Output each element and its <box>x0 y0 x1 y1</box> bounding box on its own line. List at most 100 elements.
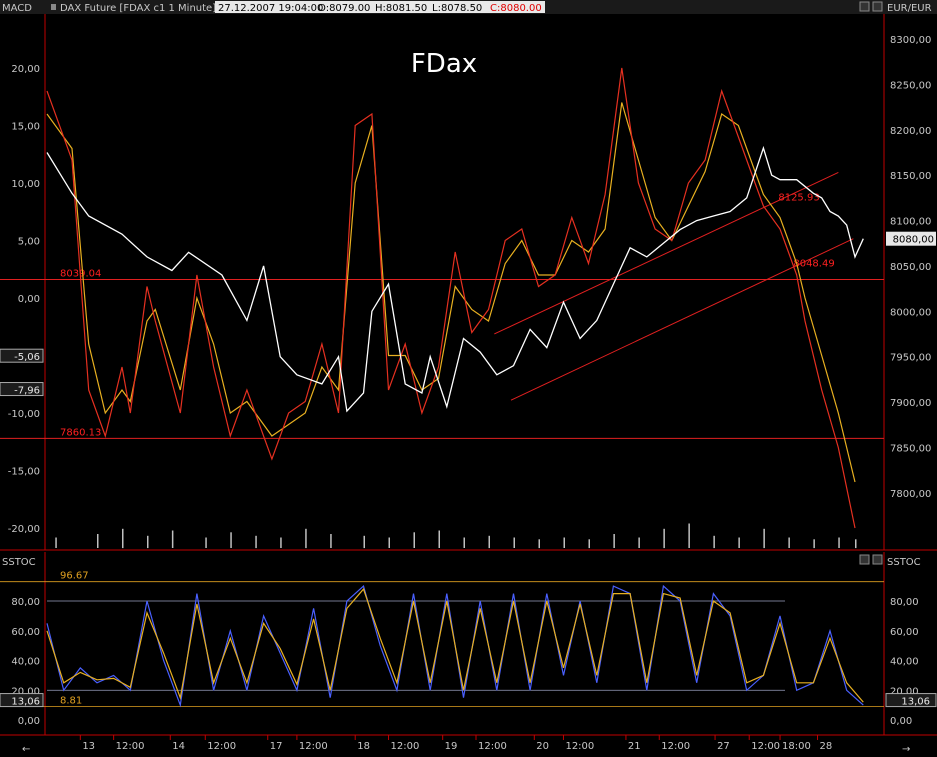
left-tick-label: 10,00 <box>11 179 40 190</box>
left-tick-label: -15,00 <box>8 467 40 478</box>
channel-label: 8125.93 <box>778 192 819 203</box>
volume-bar <box>255 535 257 549</box>
time-tick-label: 12:00 <box>565 741 594 752</box>
stoch-left-tick: 60,00 <box>11 627 40 638</box>
scroll-left-icon[interactable]: ← <box>22 744 30 755</box>
left-tick-label: 0,00 <box>18 294 40 305</box>
close-value: C:8080.00 <box>490 3 542 14</box>
volume-bar <box>538 539 540 549</box>
volume-bar <box>122 528 124 549</box>
trend-channel: 8125.93 8048.49 <box>494 172 854 401</box>
volume-bar <box>363 535 365 549</box>
time-tick-label: 12:00 <box>299 741 328 752</box>
volume-bar <box>788 537 790 548</box>
volume-bar <box>230 532 232 548</box>
volume-bar <box>55 537 57 548</box>
right-tick-label: 8150,00 <box>890 171 931 182</box>
volume-bar <box>763 528 765 549</box>
stoch-right-tick: 0,00 <box>890 716 912 727</box>
right-tick-label: 7950,00 <box>890 353 931 364</box>
time-tick-label: 12:00 <box>207 741 236 752</box>
stoch-level-label: 8.81 <box>60 696 82 707</box>
volume-bar <box>205 537 207 548</box>
volume-bar <box>513 537 515 548</box>
open-value: O:8079.00 <box>318 3 370 14</box>
time-tick-label: 12:00 <box>391 741 420 752</box>
volume-bar <box>330 534 332 548</box>
scroll-right-icon[interactable]: → <box>902 744 910 755</box>
right-tick-label: 7900,00 <box>890 398 931 409</box>
macd-label: MACD <box>2 3 32 14</box>
time-tick-label: 12:00 <box>661 741 690 752</box>
level-label: 7860.13 <box>60 427 101 438</box>
currency-label: EUR/EUR <box>887 3 932 14</box>
time-tick-label: 28 <box>820 741 833 752</box>
volume-bar <box>855 539 857 549</box>
sstoc-right-label: SSTOC <box>887 557 921 568</box>
time-tick-label: 13 <box>82 741 95 752</box>
stoch-badge-right-text: 13,06 <box>901 697 930 708</box>
signal-line <box>46 102 856 483</box>
sstoc-restore-button[interactable] <box>872 554 883 565</box>
right-tick-label: 8050,00 <box>890 262 931 273</box>
stoch-left-tick: 80,00 <box>11 597 40 608</box>
time-tick-label: 12:00 <box>116 741 145 752</box>
stoch-badge-left-text: 13,06 <box>11 697 40 708</box>
stoch-right-tick: 80,00 <box>890 597 919 608</box>
left-tick-label: 15,00 <box>11 122 40 133</box>
horizontal-levels: 8039.047860.13 <box>0 269 884 439</box>
time-tick-label: 21 <box>628 741 641 752</box>
stoch-left-tick: 40,00 <box>11 657 40 668</box>
volume-bar <box>388 537 390 548</box>
low-value: L:8078.50 <box>432 3 482 14</box>
time-tick-label: 19 <box>445 741 458 752</box>
channel-label: 8048.49 <box>793 259 834 270</box>
volume-bar <box>638 537 640 548</box>
right-tick-label: 8200,00 <box>890 126 931 137</box>
right-tick-label: 7800,00 <box>890 489 931 500</box>
instrument-icon <box>51 4 56 10</box>
volume-bar <box>305 528 307 549</box>
right-tick-label: 8300,00 <box>890 35 931 46</box>
sstoc-minimize-button[interactable] <box>859 554 870 565</box>
time-tick-label: 12:00 <box>751 741 780 752</box>
stoch-right-tick: 60,00 <box>890 627 919 638</box>
macd-value-badge-text: -7,96 <box>14 386 40 397</box>
window-restore-button[interactable] <box>872 1 883 12</box>
axis-ticks: 20,00 15,00 10,00 5,00 0,00 -10,00 -15,00 -20,0… <box>0 35 936 535</box>
volume-bar <box>97 534 99 548</box>
time-tick-label: 18 <box>357 741 370 752</box>
macd-lines <box>46 67 856 529</box>
macd-value-badge-text: -5,06 <box>14 352 40 363</box>
volume-bar <box>663 528 665 549</box>
right-tick-label: 8100,00 <box>890 217 931 228</box>
volume-bar <box>463 537 465 548</box>
timestamp: 27.12.2007 19:04:00 <box>218 3 323 14</box>
volume-bar <box>563 537 565 548</box>
left-tick-label: -20,00 <box>8 524 40 535</box>
stoch-level-label: 96.67 <box>60 571 89 582</box>
time-tick-label: 18:00 <box>782 741 811 752</box>
volume-bar <box>147 535 149 549</box>
stoch-left-tick: 0,00 <box>18 716 40 727</box>
chart-title: FDax <box>411 49 477 79</box>
time-tick-label: 12:00 <box>478 741 507 752</box>
time-tick-label: 27 <box>717 741 730 752</box>
volume-bar <box>688 523 690 548</box>
volume-bars <box>55 523 857 549</box>
volume-bar <box>280 537 282 548</box>
window-minimize-button[interactable] <box>859 1 870 12</box>
fdax-chart: MACD DAX Future [FDAX c1 1 Minute] 27.12… <box>0 0 937 755</box>
volume-bar <box>713 535 715 549</box>
high-value: H:8081.50 <box>375 3 427 14</box>
right-tick-label: 8250,00 <box>890 80 931 91</box>
volume-bar <box>813 539 815 549</box>
stoch-right-tick: 40,00 <box>890 657 919 668</box>
last-price-badge-text: 8080,00 <box>893 235 934 246</box>
stochastic-lines: 80,0060,0040,0020,000,0080,0060,0040,002… <box>0 571 937 752</box>
right-tick-label: 7850,00 <box>890 443 931 454</box>
volume-bar <box>488 535 490 549</box>
volume-bar <box>413 532 415 548</box>
time-tick-label: 20 <box>536 741 549 752</box>
right-tick-label: 8000,00 <box>890 307 931 318</box>
